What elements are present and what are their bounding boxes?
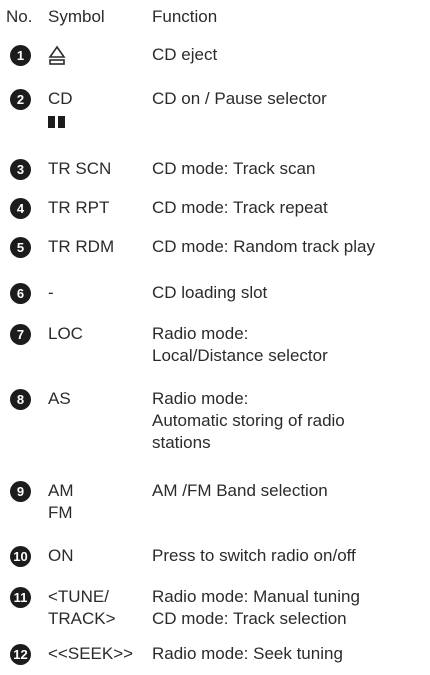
function-cell: AM /FM Band selection — [152, 480, 328, 502]
function-text: Local/Distance selector — [152, 346, 328, 365]
function-text: Radio mode: Seek tuning — [152, 644, 343, 663]
symbol-cell: AM FM — [48, 480, 74, 524]
function-text: CD mode: Track repeat — [152, 198, 328, 217]
pause-icon — [48, 110, 73, 132]
function-text: CD mode: Track selection — [152, 609, 347, 628]
function-cell: Radio mode: Seek tuning — [152, 643, 343, 665]
row-number-badge: 8 — [10, 389, 31, 410]
symbol-text: <TUNE/ — [48, 587, 109, 606]
function-text: CD loading slot — [152, 283, 268, 302]
symbol-text: CD — [48, 89, 73, 108]
function-text: AM /FM Band selection — [152, 481, 328, 500]
row-number-badge: 11 — [10, 587, 31, 608]
row-number-badge: 7 — [10, 324, 31, 345]
symbol-text: TR SCN — [48, 159, 112, 178]
row-number-badge: 3 — [10, 159, 31, 180]
symbol-text: AS — [48, 389, 71, 408]
function-cell: Press to switch radio on/off — [152, 545, 356, 567]
table-header: No. Symbol Function — [6, 6, 426, 28]
symbol-text: TRACK> — [48, 609, 116, 628]
header-no: No. — [6, 7, 33, 26]
row-number-badge: 12 — [10, 644, 31, 665]
eject-icon — [48, 44, 66, 66]
function-text: Press to switch radio on/off — [152, 546, 356, 565]
symbol-cell: CD — [48, 88, 73, 132]
symbol-text: TR RPT — [48, 198, 110, 217]
row-number-badge: 1 — [10, 45, 31, 66]
function-cell: CD mode: Track scan — [152, 158, 315, 180]
row-number-badge: 2 — [10, 89, 31, 110]
function-cell: CD mode: Random track play — [152, 236, 375, 258]
function-text: CD on / Pause selector — [152, 89, 327, 108]
symbol-cell: TR SCN — [48, 158, 111, 180]
function-text: CD eject — [152, 45, 218, 64]
symbol-text: TR RDM — [48, 237, 115, 256]
row-number-badge: 6 — [10, 283, 31, 304]
function-text: CD mode: Track scan — [152, 159, 316, 178]
function-text: CD mode: Random track play — [152, 237, 375, 256]
function-text: Radio mode: Manual tuning — [152, 587, 360, 606]
symbol-text: - — [48, 283, 54, 302]
symbol-cell: AS — [48, 388, 71, 410]
function-cell: Radio mode: Automatic storing of radio s… — [152, 388, 345, 454]
symbol-cell: TR RDM — [48, 236, 114, 258]
row-number-badge: 9 — [10, 481, 31, 502]
symbol-cell: ON — [48, 545, 74, 567]
row-number-badge: 4 — [10, 198, 31, 219]
header-symbol: Symbol — [48, 7, 105, 26]
symbol-text: FM — [48, 503, 73, 522]
function-text: Radio mode: — [152, 324, 249, 343]
row-number-badge: 10 — [10, 546, 31, 567]
symbol-cell: LOC — [48, 323, 83, 345]
function-text: Automatic storing of radio — [152, 411, 345, 430]
function-cell: CD loading slot — [152, 282, 267, 304]
function-text: Radio mode: — [152, 389, 249, 408]
function-cell: CD mode: Track repeat — [152, 197, 328, 219]
function-cell: Radio mode: Local/Distance selector — [152, 323, 328, 367]
symbol-cell — [48, 44, 66, 66]
function-cell: CD on / Pause selector — [152, 88, 327, 110]
symbol-text: <<SEEK>> — [48, 644, 134, 663]
symbol-text: LOC — [48, 324, 83, 343]
function-cell: Radio mode: Manual tuning CD mode: Track… — [152, 586, 360, 630]
symbol-cell: <<SEEK>> — [48, 643, 133, 665]
function-cell: CD eject — [152, 44, 217, 66]
symbol-cell: TR RPT — [48, 197, 109, 219]
symbol-cell: <TUNE/ TRACK> — [48, 586, 116, 630]
header-function: Function — [152, 7, 218, 26]
symbol-text: ON — [48, 546, 74, 565]
row-number-badge: 5 — [10, 237, 31, 258]
symbol-cell: - — [48, 282, 54, 304]
function-text: stations — [152, 433, 211, 452]
symbol-text: AM — [48, 481, 74, 500]
